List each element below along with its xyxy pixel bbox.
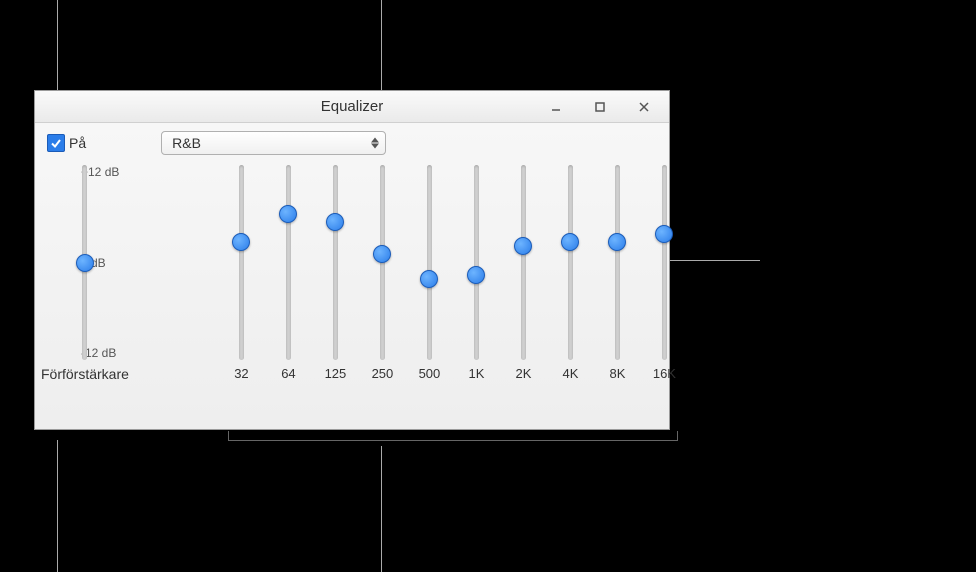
- band-freq-label: 250: [367, 366, 397, 381]
- on-checkbox[interactable]: [47, 134, 65, 152]
- preamp-label: Förförstärkare: [41, 366, 129, 382]
- preset-selected: R&B: [172, 135, 201, 151]
- band-column-125: 125: [312, 165, 359, 419]
- close-button[interactable]: [623, 93, 665, 121]
- band-slider-500[interactable]: [417, 165, 441, 360]
- band-thumb-500[interactable]: [420, 270, 438, 288]
- band-freq-label: 4K: [555, 366, 585, 381]
- band-slider-125[interactable]: [323, 165, 347, 360]
- band-freq-label: 32: [226, 366, 256, 381]
- band-slider-1K[interactable]: [464, 165, 488, 360]
- preset-dropdown[interactable]: R&B: [161, 131, 386, 155]
- band-thumb-8K[interactable]: [608, 233, 626, 251]
- band-freq-label: 500: [414, 366, 444, 381]
- callout-line: [57, 440, 58, 572]
- band-column-4K: 4K: [547, 165, 594, 419]
- band-column-500: 500: [406, 165, 453, 419]
- band-column-2K: 2K: [500, 165, 547, 419]
- band-column-16K: 16K: [641, 165, 688, 419]
- preamp-thumb[interactable]: [76, 254, 94, 272]
- equalizer-toggle[interactable]: På: [47, 134, 86, 152]
- band-slider-8K[interactable]: [605, 165, 629, 360]
- bands-bracket: [228, 431, 678, 441]
- band-thumb-16K[interactable]: [655, 225, 673, 243]
- band-freq-label: 125: [320, 366, 350, 381]
- band-column-8K: 8K: [594, 165, 641, 419]
- band-thumb-4K[interactable]: [561, 233, 579, 251]
- band-column-250: 250: [359, 165, 406, 419]
- band-column-32: 32: [218, 165, 265, 419]
- band-thumb-2K[interactable]: [514, 237, 532, 255]
- equalizer-body: +12 dB 0 dB -12 dB Förförstärkare 32 64 12…: [35, 161, 669, 429]
- updown-icon: [371, 137, 379, 149]
- maximize-button[interactable]: [579, 93, 621, 121]
- band-slider-2K[interactable]: [511, 165, 535, 360]
- band-slider-32[interactable]: [229, 165, 253, 360]
- band-thumb-250[interactable]: [373, 245, 391, 263]
- band-column-1K: 1K: [453, 165, 500, 419]
- equalizer-window: Equalizer På R&B: [34, 90, 670, 430]
- callout-line: [381, 446, 382, 572]
- band-freq-label: 2K: [508, 366, 538, 381]
- band-thumb-32[interactable]: [232, 233, 250, 251]
- band-slider-250[interactable]: [370, 165, 394, 360]
- band-thumb-1K[interactable]: [467, 266, 485, 284]
- titlebar: Equalizer: [35, 91, 669, 123]
- bands-section: 32 64 125 250 500 1K 2K 4K 8K 16K: [218, 165, 688, 419]
- band-freq-label: 64: [273, 366, 303, 381]
- band-freq-label: 16K: [649, 366, 679, 381]
- controls-row: På R&B: [35, 123, 669, 161]
- preamp-section: +12 dB 0 dB -12 dB Förförstärkare: [41, 165, 129, 419]
- preamp-slider[interactable]: [73, 165, 97, 360]
- on-label: På: [69, 135, 86, 151]
- band-column-64: 64: [265, 165, 312, 419]
- band-slider-64[interactable]: [276, 165, 300, 360]
- band-freq-label: 8K: [602, 366, 632, 381]
- band-thumb-125[interactable]: [326, 213, 344, 231]
- band-slider-4K[interactable]: [558, 165, 582, 360]
- band-thumb-64[interactable]: [279, 205, 297, 223]
- window-controls: [535, 91, 665, 122]
- minimize-button[interactable]: [535, 93, 577, 121]
- band-freq-label: 1K: [461, 366, 491, 381]
- window-title: Equalizer: [321, 98, 384, 115]
- band-slider-16K[interactable]: [652, 165, 676, 360]
